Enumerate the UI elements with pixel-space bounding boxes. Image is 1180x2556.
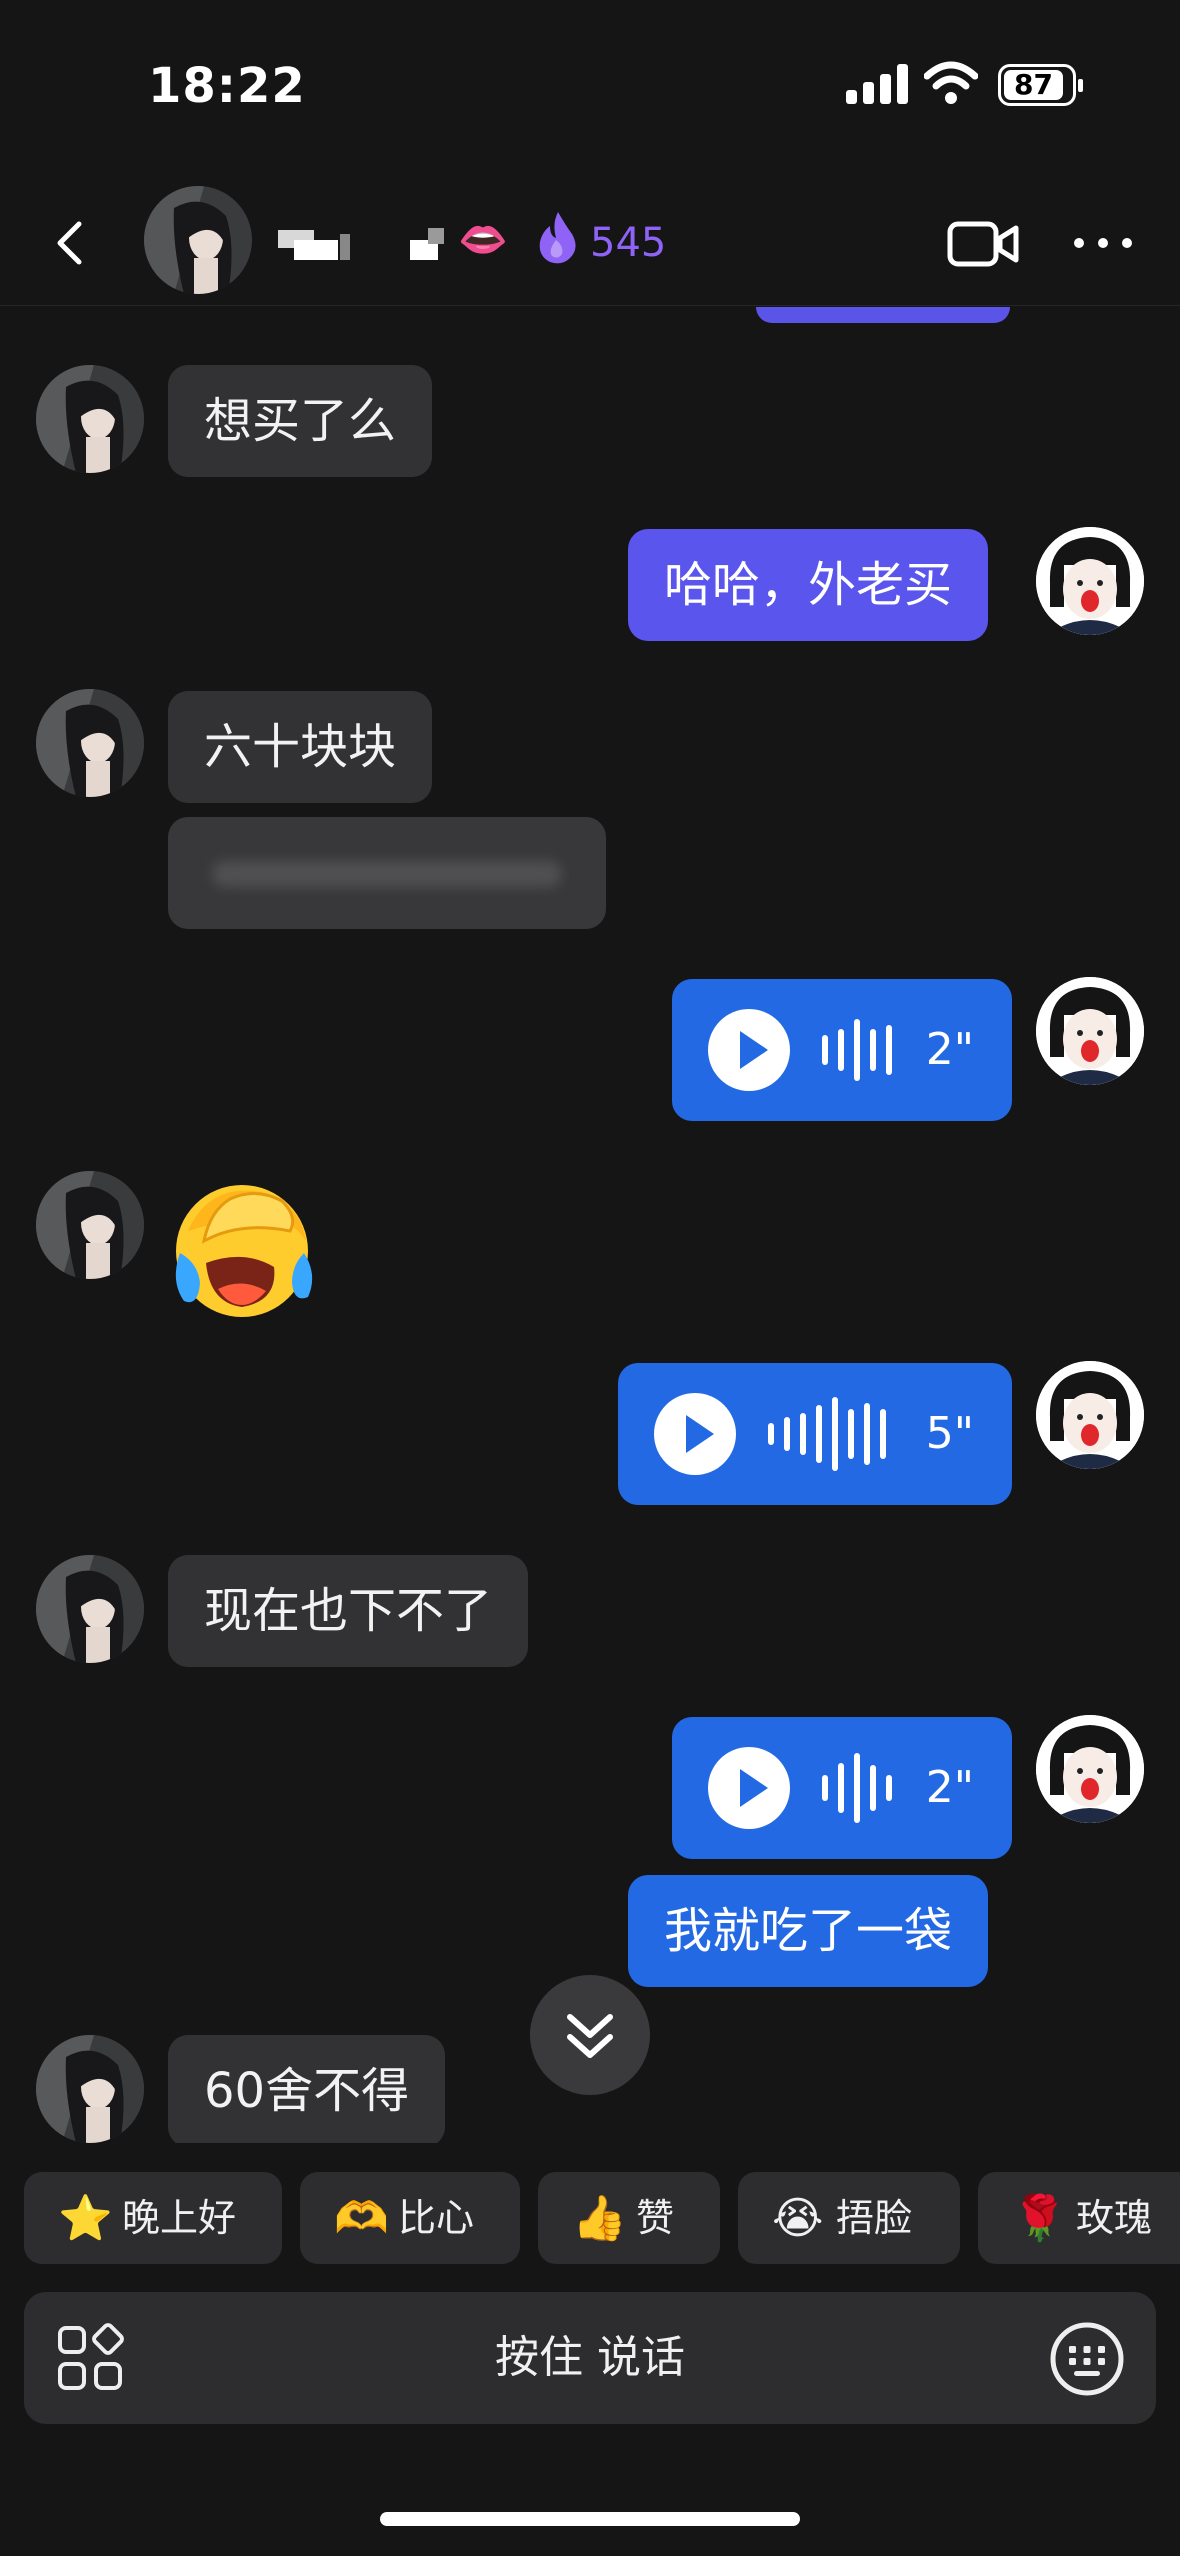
home-indicator <box>380 2512 800 2526</box>
status-time: 18:22 <box>148 58 306 114</box>
my-avatar[interactable] <box>1036 1361 1144 1469</box>
more-icon[interactable] <box>1074 238 1134 250</box>
quick-reply-like[interactable]: 👍 赞 <box>538 2172 720 2264</box>
contact-avatar[interactable] <box>36 689 144 797</box>
voice-message[interactable]: 2" <box>672 979 1012 1121</box>
video-call-icon[interactable] <box>946 216 1020 272</box>
play-icon[interactable] <box>708 1747 790 1829</box>
message-bubble[interactable]: 现在也下不了 <box>168 1555 529 1667</box>
flame-count: 545 <box>590 220 667 266</box>
blurred-message[interactable] <box>168 817 606 929</box>
wifi-icon <box>924 61 978 104</box>
double-chevron-down-icon <box>567 2014 613 2058</box>
facepalm-crying-emoji[interactable] <box>170 1171 320 1321</box>
play-icon[interactable] <box>654 1393 736 1475</box>
contact-avatar[interactable] <box>36 365 144 473</box>
keyboard-icon[interactable] <box>1048 2320 1126 2398</box>
hold-to-talk-button[interactable]: 按住 说话 <box>24 2292 1156 2424</box>
contact-name-redacted <box>278 228 444 260</box>
flame-icon <box>539 212 576 264</box>
quick-reply-heart[interactable]: 🫶 比心 <box>300 2172 520 2264</box>
facepalm-emoji-icon: 😭 <box>772 2193 824 2244</box>
battery-level: 87 <box>1004 70 1063 100</box>
input-bar: 按住 说话 <box>24 2292 1156 2424</box>
voice-message[interactable]: 5" <box>618 1363 1012 1505</box>
chat-header: 👄 545 <box>0 180 1180 306</box>
contact-avatar[interactable] <box>36 2035 144 2143</box>
my-avatar[interactable] <box>1036 977 1144 1085</box>
voice-duration: 5" <box>925 1408 974 1459</box>
my-avatar[interactable] <box>1036 527 1144 635</box>
play-icon[interactable] <box>708 1009 790 1091</box>
message-bubble[interactable]: 想买了么 <box>168 365 433 477</box>
my-avatar[interactable] <box>1036 1715 1144 1823</box>
star-emoji-icon: ⭐ <box>58 2193 113 2244</box>
quick-reply-good-evening[interactable]: ⭐ 晚上好 <box>24 2172 282 2264</box>
message-bubble[interactable]: 六十块块 <box>168 691 433 803</box>
rose-emoji-icon: 🌹 <box>1012 2193 1067 2244</box>
message-bubble[interactable]: 我就吃了一袋 <box>628 1875 989 1987</box>
battery-icon: 87 <box>998 64 1083 106</box>
message-bubble[interactable]: 60舍不得 <box>168 2035 446 2143</box>
waveform-icon <box>768 1363 898 1505</box>
contact-avatar[interactable] <box>36 1555 144 1663</box>
quick-reply-bar[interactable]: ⭐ 晚上好 🫶 比心 👍 赞 😭 捂脸 🌹 玫瑰 <box>0 2172 1180 2264</box>
waveform-icon <box>822 979 902 1121</box>
message-list[interactable]: 想买了么 哈哈，外老买 六十块块 2" 5" 现在也下不了 2" 我就吃了一袋 … <box>0 307 1180 2143</box>
heart-hands-emoji-icon: 🫶 <box>334 2193 389 2244</box>
back-icon[interactable] <box>46 218 96 268</box>
quick-reply-rose[interactable]: 🌹 玫瑰 <box>978 2172 1180 2264</box>
waveform-icon <box>822 1717 902 1859</box>
scroll-to-bottom-button[interactable] <box>530 1975 650 2095</box>
quick-reply-facepalm[interactable]: 😭 捂脸 <box>738 2172 960 2264</box>
signal-icon <box>846 64 908 104</box>
voice-message[interactable]: 2" <box>672 1717 1012 1859</box>
voice-duration: 2" <box>925 1762 974 1813</box>
thumbs-up-emoji-icon: 👍 <box>572 2193 627 2244</box>
voice-duration: 2" <box>925 1024 974 1075</box>
lips-icon: 👄 <box>458 217 508 263</box>
contact-avatar[interactable] <box>36 1171 144 1279</box>
message-bubble[interactable]: 哈哈，外老买 <box>628 529 989 641</box>
previous-message-partial <box>756 307 1010 323</box>
contact-avatar[interactable] <box>144 186 252 294</box>
